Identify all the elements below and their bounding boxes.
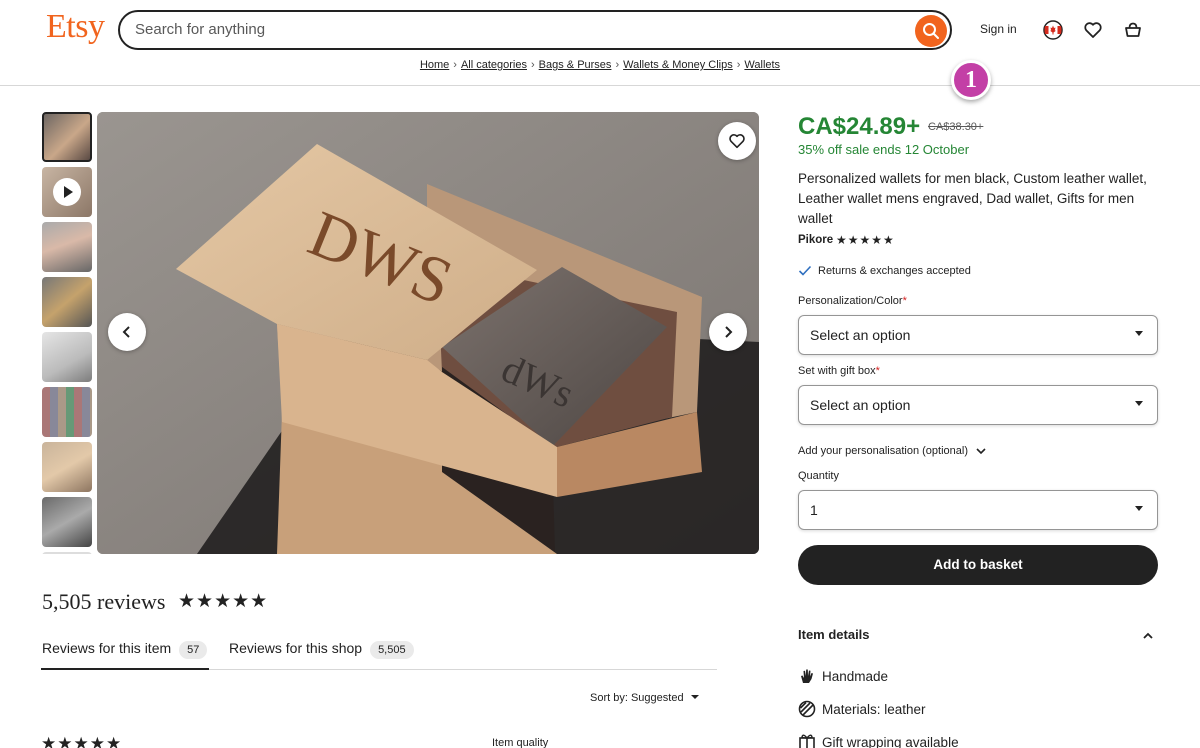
detail-materials: Materials: leather bbox=[798, 700, 926, 718]
required-mark: * bbox=[875, 365, 880, 377]
thumbnail-3[interactable] bbox=[42, 222, 92, 272]
original-price: CA$38.30+ bbox=[928, 121, 984, 133]
add-personalisation-text: Add your personalisation (optional) bbox=[798, 445, 968, 457]
tab-active-indicator bbox=[41, 668, 209, 670]
caret-down-icon bbox=[1135, 506, 1143, 511]
detail-gift-wrapping: Gift wrapping available bbox=[798, 733, 959, 748]
chevron-left-icon bbox=[122, 326, 130, 338]
basket-icon[interactable] bbox=[1123, 20, 1143, 40]
detail-gift-wrapping-text: Gift wrapping available bbox=[822, 734, 959, 748]
chevron-down-icon bbox=[690, 695, 699, 699]
chevron-right-icon bbox=[725, 326, 733, 338]
annotation-marker: 1 bbox=[951, 60, 991, 100]
personalization-label-text: Personalization/Color bbox=[798, 295, 903, 307]
tab-reviews-item[interactable]: Reviews for this item 57 bbox=[42, 640, 208, 659]
sort-by-label: Sort by: Suggested bbox=[590, 692, 684, 704]
wooden-box-wallet-photo: DWS dWs bbox=[97, 112, 759, 554]
materials-icon bbox=[798, 700, 816, 718]
detail-handmade: Handmade bbox=[798, 667, 888, 685]
gift-box-select[interactable]: Select an option bbox=[798, 385, 1158, 425]
product-main-image[interactable]: DWS dWs bbox=[97, 112, 759, 554]
gift-box-label: Set with gift box* bbox=[798, 365, 880, 377]
tab-reviews-shop[interactable]: Reviews for this shop 5,505 bbox=[229, 640, 414, 659]
play-icon bbox=[53, 178, 81, 206]
chevron-right-icon: › bbox=[531, 59, 535, 71]
chevron-right-icon: › bbox=[453, 59, 457, 71]
gift-box-select-value: Select an option bbox=[810, 397, 911, 413]
breadcrumb-bags-purses[interactable]: Bags & Purses bbox=[539, 59, 612, 71]
caret-down-icon bbox=[1135, 401, 1143, 406]
sign-in-link[interactable]: Sign in bbox=[980, 22, 1017, 36]
search-input[interactable] bbox=[135, 21, 895, 38]
chevron-up-icon[interactable] bbox=[1142, 628, 1154, 646]
required-mark: * bbox=[902, 295, 907, 307]
gift-icon bbox=[799, 734, 815, 748]
returns-policy: Returns & exchanges accepted bbox=[798, 265, 971, 277]
search-bar bbox=[118, 10, 952, 50]
item-details-heading[interactable]: Item details bbox=[798, 627, 870, 642]
breadcrumb-all-categories[interactable]: All categories bbox=[461, 59, 527, 71]
detail-handmade-text: Handmade bbox=[822, 668, 889, 684]
favorite-button[interactable] bbox=[718, 122, 756, 160]
detail-materials-text: Materials: leather bbox=[822, 701, 926, 717]
personalization-select-value: Select an option bbox=[810, 327, 911, 343]
thumbnail-7[interactable] bbox=[42, 442, 92, 492]
seller-name[interactable]: Pikore bbox=[798, 234, 833, 246]
gift-box-label-text: Set with gift box bbox=[798, 365, 876, 377]
thumbnail-4[interactable] bbox=[42, 277, 92, 327]
check-icon bbox=[798, 265, 812, 276]
thumbnail-8[interactable] bbox=[42, 497, 92, 547]
sale-text: 35% off sale ends 12 October bbox=[798, 142, 970, 157]
search-button[interactable] bbox=[915, 15, 947, 47]
heart-icon[interactable] bbox=[1083, 20, 1103, 40]
breadcrumb-wallets[interactable]: Wallets bbox=[744, 59, 780, 71]
thumbnail-2-video[interactable] bbox=[42, 167, 92, 217]
next-image-button[interactable] bbox=[709, 313, 747, 351]
chevron-right-icon: › bbox=[615, 59, 620, 71]
personalization-label: Personalization/Color* bbox=[798, 295, 907, 307]
chevron-down-icon bbox=[976, 448, 986, 455]
sale-price: CA$24.89+ bbox=[798, 113, 921, 140]
item-quality-label: Item quality bbox=[492, 737, 549, 748]
add-personalisation-toggle[interactable]: Add your personalisation (optional) bbox=[798, 445, 986, 457]
quantity-label: Quantity bbox=[798, 470, 839, 482]
quantity-select[interactable]: 1 bbox=[798, 490, 1158, 530]
tab-reviews-shop-count: 5,505 bbox=[370, 641, 414, 659]
prev-image-button[interactable] bbox=[108, 313, 146, 351]
tab-reviews-item-label: Reviews for this item bbox=[42, 640, 172, 656]
thumbnail-strip bbox=[41, 112, 93, 554]
caret-down-icon bbox=[1135, 331, 1143, 336]
seller-rating-stars: ★★★★★ bbox=[836, 233, 895, 247]
tab-reviews-shop-label: Reviews for this shop bbox=[229, 640, 363, 656]
thumbnail-9[interactable] bbox=[42, 552, 92, 554]
breadcrumb-home[interactable]: Home bbox=[420, 59, 449, 71]
add-to-basket-button[interactable]: Add to basket bbox=[798, 545, 1158, 585]
rating-stars: ★★★★★ bbox=[178, 591, 269, 612]
thumbnail-6[interactable] bbox=[42, 387, 92, 437]
reviews-count: 5,505 reviews bbox=[42, 589, 166, 614]
etsy-logo[interactable]: Etsy bbox=[46, 8, 105, 46]
search-icon bbox=[923, 23, 939, 39]
heart-icon bbox=[729, 134, 745, 149]
thumbnail-5[interactable] bbox=[42, 332, 92, 382]
breadcrumb-wallets-money-clips[interactable]: Wallets & Money Clips bbox=[623, 59, 733, 71]
canada-flag-icon[interactable] bbox=[1043, 20, 1063, 40]
thumbnail-1[interactable] bbox=[42, 112, 92, 162]
product-title: Personalized wallets for men black, Cust… bbox=[798, 171, 1147, 226]
sort-by-dropdown[interactable]: Sort by: Suggested bbox=[590, 692, 700, 704]
site-header: Etsy Sign in Home›All categories›Bags & … bbox=[0, 0, 1200, 86]
quantity-select-value: 1 bbox=[810, 502, 818, 518]
review-stars: ★★★★★ bbox=[41, 734, 123, 748]
personalization-select[interactable]: Select an option bbox=[798, 315, 1158, 355]
tab-reviews-item-count: 57 bbox=[179, 641, 208, 659]
breadcrumb: Home › All categories › Bags & Purses › Wallet… bbox=[0, 59, 1200, 71]
hand-icon bbox=[801, 669, 813, 683]
chevron-right-icon: › bbox=[736, 59, 741, 71]
returns-text: Returns & exchanges accepted bbox=[818, 265, 971, 277]
